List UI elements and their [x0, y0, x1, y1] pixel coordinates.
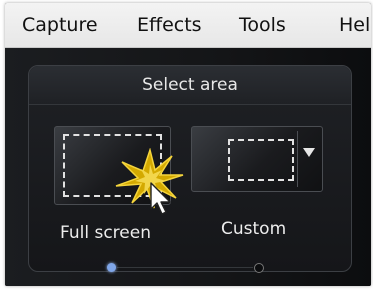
- dropdown-arrow-icon[interactable]: [303, 148, 315, 157]
- menu-effects[interactable]: Effects: [137, 13, 202, 37]
- dashed-rectangle-icon: [228, 139, 294, 181]
- menu-tools[interactable]: Tools: [239, 13, 286, 37]
- panel-title: Select area: [142, 75, 238, 95]
- custom-label: Custom: [221, 219, 287, 239]
- app-window: Capture Effects Tools Help Select area F…: [5, 3, 371, 286]
- mouse-cursor-icon: [150, 182, 171, 215]
- full-screen-label: Full screen: [60, 223, 151, 243]
- select-area-panel: Select area Full screen Custom: [28, 65, 352, 273]
- menu-help[interactable]: Help: [339, 13, 371, 37]
- menu-bar: Capture Effects Tools Help: [5, 3, 371, 48]
- menu-capture[interactable]: Capture: [22, 13, 98, 37]
- panel-header: Select area: [29, 66, 351, 105]
- page-indicator-dot-active[interactable]: [107, 263, 116, 272]
- pager-track: [117, 267, 253, 268]
- dropdown-divider: [297, 131, 298, 187]
- capture-pane: Select area Full screen Custom: [5, 48, 371, 286]
- custom-button[interactable]: [191, 126, 323, 192]
- page-indicator-dot[interactable]: [254, 263, 264, 273]
